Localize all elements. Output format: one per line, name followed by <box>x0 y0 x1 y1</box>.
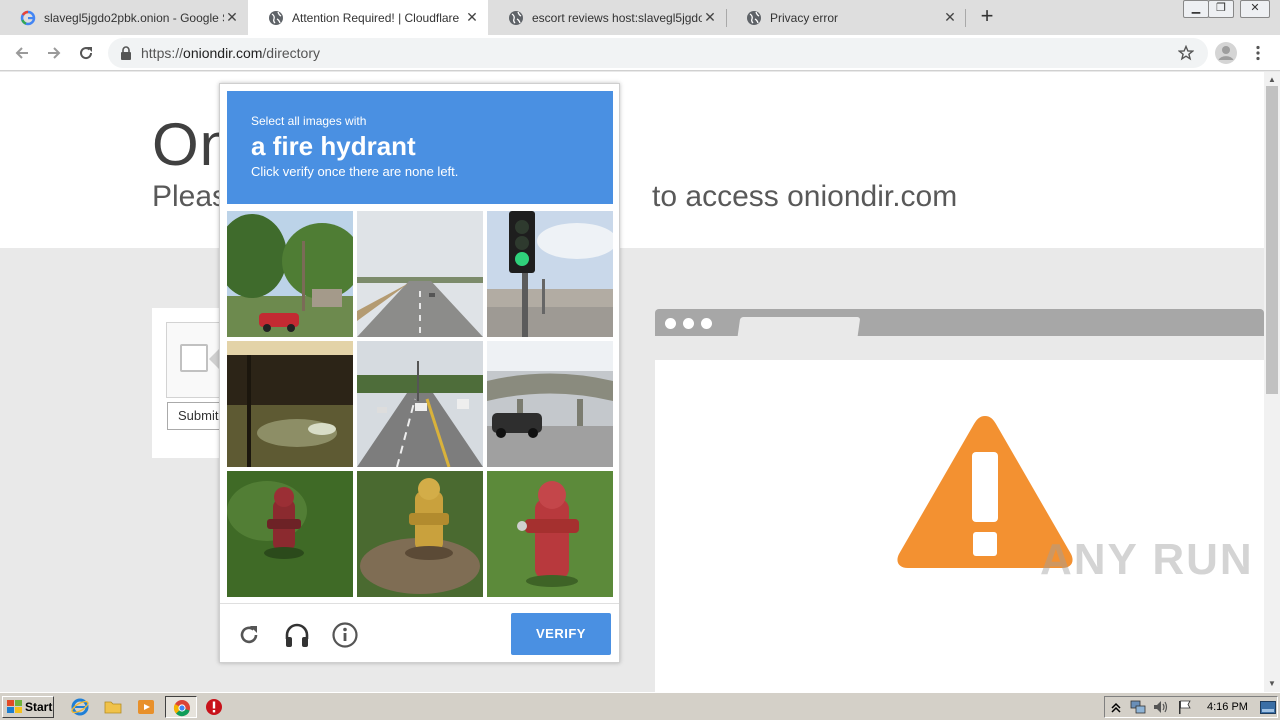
system-tray <box>1104 696 1278 718</box>
image-tile[interactable] <box>357 211 483 337</box>
image-tile[interactable] <box>357 341 483 467</box>
image-tile-grid <box>227 211 615 599</box>
image-tile[interactable] <box>357 471 483 597</box>
subtitle-left: Pleas <box>152 180 228 213</box>
arrow-right-icon <box>48 47 61 59</box>
globe-icon <box>509 10 523 25</box>
media-player-icon[interactable] <box>137 698 155 716</box>
illustration-tab <box>737 317 861 336</box>
subtitle-right: to access oniondir.com <box>652 180 958 213</box>
address-bar[interactable]: https://oniondir.com/directory <box>108 38 1208 68</box>
challenge-instruction: Select all images with <box>251 114 367 128</box>
tab-title: slavegl5jgdo2pbk.onion - Google Sea <box>44 10 224 25</box>
captcha-checkbox[interactable] <box>180 344 208 372</box>
globe-icon <box>269 10 283 25</box>
recaptcha-challenge: Select all images with a fire hydrant Cl… <box>219 83 620 663</box>
scroll-down-icon[interactable]: ▼ <box>1266 678 1278 690</box>
network-icon[interactable] <box>1129 699 1147 715</box>
browser-illustration-bar <box>655 309 1264 336</box>
info-icon[interactable] <box>330 620 360 650</box>
reload-icon <box>80 47 93 60</box>
illustration-dot <box>683 318 694 329</box>
image-tile[interactable] <box>227 471 353 597</box>
minimize-button[interactable]: ▁ <box>1183 0 1209 18</box>
show-desktop-icon[interactable] <box>1260 701 1276 714</box>
image-tile[interactable] <box>487 471 613 597</box>
scroll-thumb[interactable] <box>1266 86 1278 394</box>
forward-button[interactable] <box>42 41 66 65</box>
star-bookmark-icon[interactable] <box>1178 45 1194 61</box>
windows-logo-icon <box>7 700 22 713</box>
tab-title: Privacy error <box>770 10 839 25</box>
menu-dots-icon[interactable] <box>1252 45 1264 61</box>
popup-pointer <box>209 349 219 369</box>
tab-close-icon[interactable]: ✕ <box>702 9 718 26</box>
chevron-up-icon[interactable] <box>1111 701 1121 713</box>
chrome-icon <box>173 700 190 717</box>
url-text: https://oniondir.com/directory <box>141 45 320 61</box>
restore-button[interactable]: ❐ <box>1208 0 1234 18</box>
action-center-flag-icon[interactable] <box>1177 700 1193 714</box>
close-window-button[interactable]: ✕ <box>1240 0 1270 18</box>
url-path: /directory <box>262 45 320 61</box>
google-g-icon <box>20 10 36 25</box>
tab-escort-reviews[interactable]: escort reviews host:slavegl5jgdo2pb ✕ <box>488 0 726 35</box>
verify-button[interactable]: VERIFY <box>511 613 611 655</box>
tab-separator <box>726 9 727 27</box>
folder-icon[interactable] <box>104 698 122 716</box>
tab-close-icon[interactable]: ✕ <box>942 9 958 26</box>
tab-close-icon[interactable]: ✕ <box>464 9 480 26</box>
scroll-up-icon[interactable]: ▲ <box>1266 74 1278 86</box>
anyrun-watermark: ANY RUN <box>1040 535 1254 584</box>
image-tile[interactable] <box>487 211 613 337</box>
tab-strip: slavegl5jgdo2pbk.onion - Google Sea ✕ At… <box>0 0 1280 35</box>
footer-divider <box>220 603 619 604</box>
browser-toolbar: https://oniondir.com/directory <box>0 35 1280 71</box>
page-content: On Pleas to access oniondir.com Submit <box>0 72 1264 692</box>
challenge-target: a fire hydrant <box>251 131 416 161</box>
tab-close-icon[interactable]: ✕ <box>224 9 240 26</box>
taskbar-clock: 4:16 PM <box>1207 701 1248 713</box>
new-tab-button[interactable]: + <box>976 5 998 27</box>
tab-google-search[interactable]: slavegl5jgdo2pbk.onion - Google Sea ✕ <box>0 0 248 35</box>
image-tile[interactable] <box>487 341 613 467</box>
illustration-dot <box>701 318 712 329</box>
start-label: Start <box>25 700 53 714</box>
image-tile[interactable] <box>227 341 353 467</box>
lock-icon <box>121 46 131 60</box>
challenge-header: Select all images with a fire hydrant Cl… <box>227 91 613 204</box>
globe-icon <box>747 10 761 25</box>
back-button[interactable] <box>10 41 34 65</box>
stop-sign-icon[interactable] <box>205 698 223 716</box>
tab-privacy-error[interactable]: Privacy error ✕ <box>726 0 966 35</box>
reload-challenge-icon[interactable] <box>234 620 264 650</box>
profile-avatar-icon[interactable] <box>1214 41 1238 65</box>
tab-cloudflare[interactable]: Attention Required! | Cloudflare ✕ <box>248 0 488 35</box>
start-button[interactable]: Start <box>2 696 54 718</box>
arrow-left-icon <box>15 47 28 59</box>
url-scheme: https:// <box>141 45 184 61</box>
volume-icon[interactable] <box>1153 700 1169 714</box>
challenge-hint: Click verify once there are none left. <box>251 164 459 179</box>
tab-title: escort reviews host:slavegl5jgdo2pb <box>532 10 702 25</box>
image-tile[interactable] <box>227 211 353 337</box>
tab-separator <box>965 9 966 27</box>
internet-explorer-icon[interactable] <box>71 698 89 716</box>
chrome-taskbar-button[interactable] <box>165 696 197 718</box>
taskbar: Start 4:16 PM <box>0 692 1280 720</box>
tab-title: Attention Required! | Cloudflare <box>292 10 460 25</box>
headphones-audio-icon[interactable] <box>282 620 312 650</box>
illustration-dot <box>665 318 676 329</box>
reload-button[interactable] <box>74 41 98 65</box>
url-host: oniondir.com <box>183 45 263 61</box>
